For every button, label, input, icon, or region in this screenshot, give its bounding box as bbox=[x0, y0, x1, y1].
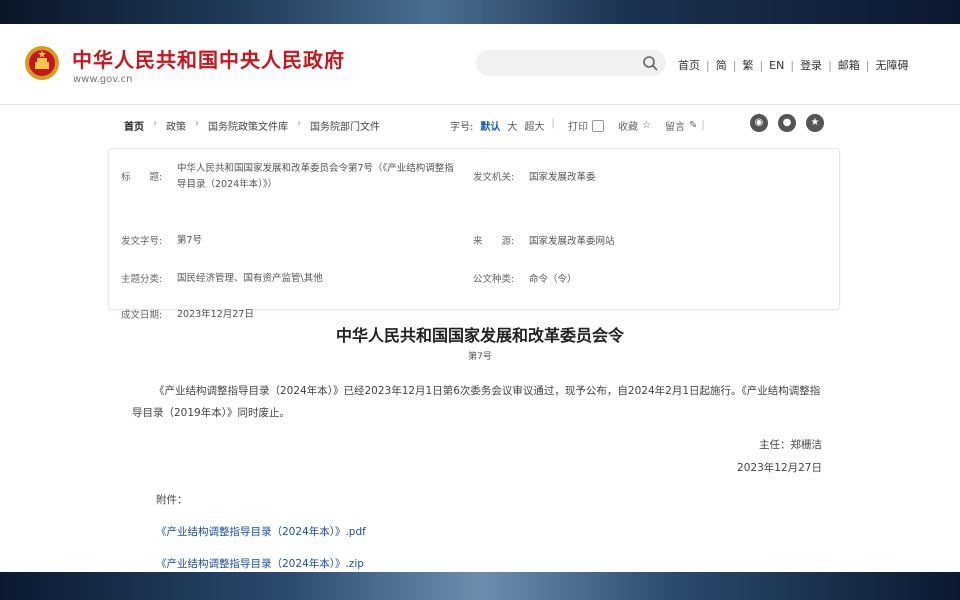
top-nav-links: 首页 | 简 | 繁 | EN | 登录 | 邮箱 | 无障碍 bbox=[678, 57, 909, 73]
search-icon[interactable] bbox=[642, 55, 658, 71]
font-large-option[interactable]: 大 bbox=[507, 118, 517, 133]
divider: | bbox=[701, 120, 705, 131]
site-domain: www.gov.cn bbox=[73, 74, 133, 85]
info-date-value: 2023年12月27日 bbox=[177, 309, 254, 320]
print-icon[interactable] bbox=[592, 119, 604, 132]
divider: | bbox=[551, 118, 555, 129]
info-date-label: 成文日期: bbox=[121, 310, 163, 321]
info-type-value: 命令（令） bbox=[529, 274, 577, 285]
attachment-zip-link[interactable]: 《产业结构调整指导目录（2024年本）》.zip bbox=[156, 556, 364, 571]
document-signer: 主任：郑栅洁 bbox=[759, 439, 822, 451]
info-category-value: 国民经济管理、国有资产监管\其他 bbox=[177, 273, 323, 284]
search-input[interactable] bbox=[476, 50, 666, 76]
site-header: 中华人民共和国中央人民政府 www.gov.cn 首页 | 简 | 繁 | EN… bbox=[0, 24, 960, 105]
attachments-label: 附件： bbox=[156, 494, 188, 506]
weibo-share-icon[interactable]: ◉ bbox=[750, 114, 768, 132]
nav-simplified-link[interactable]: 简 bbox=[716, 57, 727, 73]
document-body: 《产业结构调整指导目录（2024年本）》已经2023年12月1日第6次委务会议审… bbox=[132, 385, 821, 419]
message-button[interactable]: 留言 bbox=[665, 118, 685, 133]
article-actions: 打印 收藏 ☆ 留言 ✎ | bbox=[568, 118, 705, 133]
attachment-pdf-link[interactable]: 《产业结构调整指导目录（2024年本）》.pdf bbox=[156, 524, 366, 539]
nav-home-link[interactable]: 首页 bbox=[678, 57, 700, 73]
breadcrumb: 首页 › 政策 › 国务院政策文件库 › 国务院部门文件 bbox=[124, 118, 380, 133]
info-title-value: 中华人民共和国国家发展和改革委员会令第7号（《产业结构调整指导目录（2024年本… bbox=[177, 163, 454, 190]
site-title[interactable]: 中华人民共和国中央人民政府 bbox=[72, 44, 345, 73]
favorite-button[interactable]: 收藏 bbox=[618, 118, 638, 133]
breadcrumb-dept-docs[interactable]: 国务院部门文件 bbox=[310, 118, 380, 133]
background-banner-top bbox=[0, 0, 960, 24]
national-emblem-logo[interactable] bbox=[24, 44, 60, 82]
background-banner-bottom bbox=[0, 572, 960, 600]
chat-icon[interactable]: ✎ bbox=[689, 120, 697, 131]
share-buttons: ◉ ● ★ bbox=[750, 114, 824, 132]
font-default-option[interactable]: 默认 bbox=[480, 118, 500, 133]
breadcrumb-home[interactable]: 首页 bbox=[124, 118, 144, 133]
print-button[interactable]: 打印 bbox=[568, 118, 588, 133]
nav-login-link[interactable]: 登录 bbox=[800, 57, 822, 73]
document-number: 第7号 bbox=[468, 352, 492, 362]
nav-accessibility-link[interactable]: 无障碍 bbox=[876, 57, 909, 73]
favorite-share-icon[interactable]: ★ bbox=[806, 114, 824, 132]
info-title-label: 标 题: bbox=[121, 172, 163, 183]
article-toolbar: 首页 › 政策 › 国务院政策文件库 › 国务院部门文件 字号: 默认 大 超大… bbox=[0, 114, 960, 136]
font-size-label: 字号: bbox=[450, 122, 474, 133]
document-date: 2023年12月27日 bbox=[737, 462, 822, 474]
font-size-selector: 字号: 默认 大 超大 | bbox=[450, 118, 555, 133]
wechat-share-icon[interactable]: ● bbox=[778, 114, 796, 132]
document-title: 中华人民共和国国家发展和改革委员会令 bbox=[335, 326, 624, 345]
star-icon[interactable]: ☆ bbox=[642, 120, 651, 131]
font-xlarge-option[interactable]: 超大 bbox=[524, 118, 544, 133]
info-issuer-value: 国家发展改革委 bbox=[529, 172, 596, 183]
info-docno-value: 第7号 bbox=[177, 235, 203, 246]
info-source-value: 国家发展改革委网站 bbox=[529, 236, 615, 247]
info-category-label: 主题分类: bbox=[121, 274, 163, 285]
info-docno-label: 发文字号: bbox=[121, 236, 163, 247]
breadcrumb-policy-library[interactable]: 国务院政策文件库 bbox=[208, 118, 288, 133]
info-issuer-label: 发文机关: bbox=[473, 172, 515, 183]
info-type-label: 公文种类: bbox=[473, 274, 515, 285]
gov-page: 中华人民共和国中央人民政府 www.gov.cn 首页 | 简 | 繁 | EN… bbox=[0, 24, 960, 572]
nav-traditional-link[interactable]: 繁 bbox=[742, 57, 753, 73]
info-row-title: 标 题: 中华人民共和国国家发展和改革委员会令第7号（《产业结构调整指导目录（2… bbox=[109, 159, 839, 195]
nav-english-link[interactable]: EN bbox=[769, 59, 784, 72]
info-source-label: 来 源: bbox=[473, 236, 515, 247]
document-info-box: 标 题: 中华人民共和国国家发展和改革委员会令第7号（《产业结构调整指导目录（2… bbox=[108, 148, 840, 321]
breadcrumb-policy[interactable]: 政策 bbox=[166, 118, 186, 133]
nav-mail-link[interactable]: 邮箱 bbox=[838, 57, 860, 73]
